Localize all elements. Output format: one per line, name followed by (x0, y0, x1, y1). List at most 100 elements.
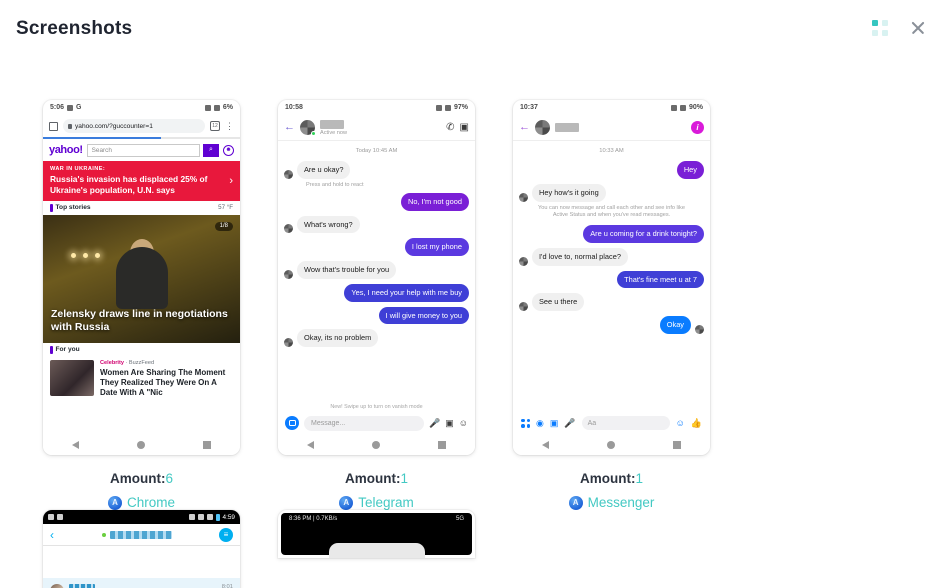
back-icon[interactable] (542, 441, 549, 449)
grid-dots-icon[interactable] (872, 20, 888, 36)
screenshot-card-partial[interactable]: 8:36 PM | 0.7KB/s 5G (259, 510, 494, 588)
phone-frame-chrome[interactable]: 5:06 G 6% yahoo.com/?guccounter=1 12 ⋮ y… (43, 100, 240, 455)
app-label[interactable]: A Telegram (259, 495, 494, 510)
android-nav-bar (513, 435, 710, 455)
phone-frame-messenger[interactable]: 10:37 90% ← i 10:33 AM Hey Hey how's it … (513, 100, 710, 455)
close-icon[interactable] (910, 20, 926, 36)
hero-pager: 1/8 (214, 221, 233, 231)
screenshot-card-skype[interactable]: 4:59 ‹ ≡ 8:01 (24, 510, 259, 588)
avatar[interactable] (300, 120, 316, 136)
mail-icon (48, 514, 54, 520)
status-bar: 4:59 (43, 510, 240, 524)
message-input[interactable]: Aa (581, 416, 670, 430)
message-row-out: I lost my phone (284, 238, 469, 257)
contact-name (320, 119, 344, 129)
amount-value: 1 (635, 471, 643, 486)
mic-icon[interactable]: 🎤 (429, 418, 440, 428)
gallery-icon[interactable]: ▣ (550, 418, 559, 428)
info-icon[interactable]: i (691, 121, 704, 134)
battery-icon (215, 513, 220, 521)
home-icon[interactable] (49, 121, 58, 131)
recents-icon[interactable] (203, 441, 211, 449)
message-bubble: Hey (676, 161, 704, 179)
camera-icon[interactable] (285, 416, 299, 430)
message-row-out: Yes, I need your help with me buy (284, 283, 469, 302)
gallery-icon[interactable]: ▣ (445, 418, 454, 428)
message-composer[interactable]: Message... 🎤 ▣ ☺ (278, 411, 475, 435)
avatar[interactable] (535, 120, 550, 135)
app-label[interactable]: A Chrome (24, 495, 259, 510)
back-icon[interactable]: ‹ (50, 529, 54, 541)
yahoo-search-input[interactable]: Search (86, 143, 200, 157)
recents-icon[interactable] (673, 441, 681, 449)
chrome-omnibox-bar[interactable]: yahoo.com/?guccounter=1 12 ⋮ (43, 115, 240, 137)
emoji-icon[interactable]: ☺ (676, 418, 685, 428)
screenshot-card-messenger[interactable]: 10:37 90% ← i 10:33 AM Hey Hey how's it … (494, 100, 729, 510)
chat-header: ← i (513, 115, 710, 141)
account-icon[interactable]: ☻ (223, 144, 234, 156)
screenshot-card-chrome[interactable]: 5:06 G 6% yahoo.com/?guccounter=1 12 ⋮ y… (24, 100, 259, 510)
tab-count-button[interactable]: 12 (210, 121, 220, 131)
avatar (519, 192, 528, 202)
amount-label: Amount: (580, 471, 636, 486)
hero-article[interactable]: 1/8 Zelensky draws line in negotiations … (43, 214, 240, 343)
yahoo-logo: yahoo! (49, 144, 83, 156)
message-row-out: Hey (519, 161, 704, 179)
breaking-news-banner[interactable]: WAR IN UKRAINE: Russia's invasion has di… (43, 161, 240, 201)
back-icon[interactable]: ← (519, 122, 530, 133)
back-icon[interactable]: ← (284, 122, 295, 133)
mic-icon[interactable]: 🎤 (564, 418, 575, 428)
message-row-in: Are u okay? (284, 161, 469, 179)
hero-headline: Zelensky draws line in negotiations with… (51, 308, 228, 334)
message-row-out: No, I'm not good (284, 192, 469, 211)
video-call-icon[interactable]: ▣ (460, 122, 469, 133)
thumbs-up-icon[interactable]: 👍 (691, 418, 702, 428)
overflow-menu-icon[interactable]: ⋮ (225, 121, 234, 131)
message-composer[interactable]: ◉ ▣ 🎤 Aa ☺ 👍 (513, 411, 710, 435)
wifi-icon (213, 104, 220, 111)
message-bubble: Okay, its no problem (297, 329, 379, 348)
status-bar: 10:37 90% (513, 100, 710, 115)
phone-frame-skype[interactable]: 4:59 ‹ ≡ 8:01 (43, 510, 240, 588)
recents-icon[interactable] (438, 441, 446, 449)
contact-name (109, 530, 172, 539)
app-label[interactable]: A Messenger (494, 495, 729, 510)
overflow-menu-icon[interactable]: ≡ (219, 527, 233, 542)
contact-name-block: Active now (320, 119, 441, 136)
page-header: Screenshots (0, 0, 940, 62)
voice-call-icon[interactable]: ✆ (446, 122, 454, 133)
message-row-out: Okay (519, 316, 704, 335)
dark-screen: 8:36 PM | 0.7KB/s 5G (281, 513, 472, 558)
status-right-text: 5G (455, 516, 464, 522)
apps-icon[interactable] (521, 418, 530, 428)
phone-frame-partial[interactable]: 8:36 PM | 0.7KB/s 5G (278, 510, 475, 558)
for-you-article[interactable]: Celebrity · BuzzFeed Women Are Sharing T… (43, 357, 240, 399)
app-name: Telegram (358, 495, 414, 510)
home-icon[interactable] (607, 441, 615, 449)
app-name: Chrome (126, 495, 175, 510)
camera-icon[interactable]: ◉ (536, 418, 544, 428)
article-headline: Women Are Sharing The Moment They Realiz… (100, 367, 226, 398)
message-row-out: I will give money to you (284, 306, 469, 325)
address-bar-url: yahoo.com/?guccounter=1 (75, 122, 153, 130)
sync-icon (188, 514, 195, 520)
home-icon[interactable] (137, 441, 145, 449)
home-icon[interactable] (372, 441, 380, 449)
message-bubble: Hey how's it going (532, 183, 606, 202)
battery-icon (444, 104, 451, 111)
message-input[interactable]: Message... (304, 415, 425, 431)
address-bar[interactable]: yahoo.com/?guccounter=1 (63, 119, 205, 133)
screenshot-card-telegram[interactable]: 10:58 97% ← Active now ✆ ▣ Today 10:45 A… (259, 100, 494, 510)
phone-frame-telegram[interactable]: 10:58 97% ← Active now ✆ ▣ Today 10:45 A… (278, 100, 475, 455)
message-bubble: I lost my phone (404, 238, 469, 257)
sticker-icon[interactable]: ☺ (459, 418, 468, 428)
wifi-icon (670, 104, 677, 111)
back-icon[interactable] (307, 441, 314, 449)
screenshots-page: Screenshots 5:06 G 6% yahoo.com/?guccoun… (0, 0, 940, 588)
search-icon[interactable]: ⌕ (203, 143, 219, 157)
back-icon[interactable] (72, 441, 79, 449)
message-row-in: See u there (519, 293, 704, 312)
screenshot-card-grid: 5:06 G 6% yahoo.com/?guccounter=1 12 ⋮ y… (0, 100, 940, 588)
avatar (284, 269, 293, 279)
for-you-header: For you (43, 343, 240, 357)
